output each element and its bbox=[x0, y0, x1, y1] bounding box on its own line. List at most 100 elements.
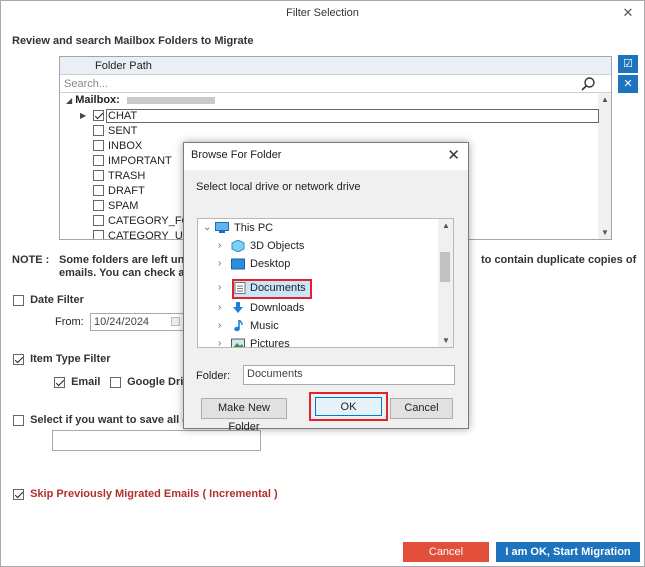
folder-checkbox[interactable] bbox=[93, 170, 104, 181]
folder-tree-header: Folder Path bbox=[60, 57, 611, 75]
google-drive-checkbox[interactable] bbox=[110, 376, 121, 388]
folder-search-box[interactable]: Search... bbox=[60, 75, 611, 93]
folder-tree-scrollbar[interactable]: ▲ ▼ bbox=[598, 93, 611, 239]
tree-item-label: 3D Objects bbox=[250, 240, 305, 252]
this-pc-icon bbox=[215, 222, 229, 233]
save-all-checkbox[interactable] bbox=[13, 414, 24, 426]
folder-browser-scrollbar[interactable]: ▲ ▼ bbox=[438, 219, 453, 347]
section-title: Review and search Mailbox Folders to Mig… bbox=[12, 35, 254, 47]
date-filter-label: Date Filter bbox=[30, 294, 84, 306]
skip-migrated-checkbox[interactable] bbox=[13, 488, 24, 500]
skip-migrated-label: Skip Previously Migrated Emails ( Increm… bbox=[30, 488, 278, 500]
folder-path-column: Folder Path bbox=[95, 60, 152, 72]
folder-checkbox[interactable] bbox=[93, 155, 104, 166]
folder-checkbox[interactable] bbox=[93, 200, 104, 211]
email-checkbox[interactable] bbox=[54, 376, 65, 388]
scroll-down-icon[interactable]: ▼ bbox=[601, 228, 609, 237]
scrollbar-thumb[interactable] bbox=[440, 252, 450, 282]
pictures-icon bbox=[231, 338, 245, 347]
folder-checkbox[interactable] bbox=[93, 230, 104, 239]
chevron-right-icon[interactable]: › bbox=[218, 258, 221, 269]
folder-checkbox[interactable] bbox=[93, 110, 104, 121]
check-all-button[interactable]: ☑ bbox=[618, 55, 638, 73]
date-filter-option[interactable]: Date Filter bbox=[13, 294, 84, 306]
downloads-icon bbox=[233, 302, 243, 313]
folder-name: IMPORTANT bbox=[108, 155, 172, 167]
note-text-line1-start: Some folders are left unche bbox=[59, 254, 204, 266]
folder-name: INBOX bbox=[108, 140, 143, 152]
desktop-icon bbox=[231, 258, 245, 270]
tree-item-music[interactable]: › Music bbox=[198, 317, 438, 335]
skip-migrated-option[interactable]: Skip Previously Migrated Emails ( Increm… bbox=[13, 488, 278, 500]
scroll-up-icon[interactable]: ▲ bbox=[601, 95, 609, 104]
folder-name: SENT bbox=[108, 125, 138, 137]
tree-item-desktop[interactable]: › Desktop bbox=[198, 255, 438, 273]
redacted-mailbox-address bbox=[126, 96, 215, 104]
item-type-filter-label: Item Type Filter bbox=[30, 353, 111, 365]
item-type-filter-checkbox[interactable] bbox=[13, 353, 24, 365]
start-migration-button[interactable]: I am OK, Start Migration bbox=[496, 542, 640, 562]
folder-field-label: Folder: bbox=[196, 370, 231, 382]
save-all-option[interactable]: Select if you want to save all data bbox=[13, 414, 205, 426]
folder-checkbox[interactable] bbox=[93, 215, 104, 226]
selected-row-outline bbox=[106, 109, 599, 123]
folder-name-input[interactable]: Documents bbox=[243, 365, 455, 385]
note-text-line1-end: to contain duplicate copies of bbox=[481, 254, 637, 266]
tree-item-this-pc[interactable]: ⌄ This PC bbox=[198, 219, 438, 237]
dialog-title: Browse For Folder bbox=[191, 149, 282, 161]
calendar-icon[interactable] bbox=[171, 317, 180, 326]
documents-icon bbox=[234, 282, 246, 294]
search-icon[interactable] bbox=[580, 76, 596, 92]
save-all-label: Select if you want to save all data bbox=[30, 414, 205, 426]
tree-item-pictures[interactable]: › Pictures bbox=[198, 335, 438, 348]
dialog-body: Select local drive or network drive ⌄ Th… bbox=[184, 170, 468, 433]
tree-item-documents[interactable]: › Documents bbox=[198, 281, 438, 299]
email-label: Email bbox=[71, 376, 101, 388]
chevron-right-icon[interactable]: › bbox=[218, 240, 221, 251]
from-label: From: bbox=[55, 316, 84, 328]
note-label: NOTE : bbox=[12, 254, 50, 266]
folder-name-value: Documents bbox=[247, 368, 303, 380]
tree-item-label: Pictures bbox=[250, 338, 290, 348]
tree-item-3d-objects[interactable]: › 3D Objects bbox=[198, 237, 438, 255]
folder-name: TRASH bbox=[108, 170, 146, 182]
mailbox-node[interactable]: ◢ Mailbox: bbox=[66, 94, 215, 108]
collapse-triangle-icon[interactable]: ◢ bbox=[66, 96, 72, 105]
expand-triangle-icon[interactable]: ▶ bbox=[80, 111, 86, 120]
uncheck-all-button[interactable]: ✕ bbox=[618, 75, 638, 93]
folder-checkbox[interactable] bbox=[93, 125, 104, 136]
tree-item-label: Downloads bbox=[250, 302, 305, 314]
email-option[interactable]: Email bbox=[54, 376, 100, 388]
scroll-down-icon[interactable]: ▼ bbox=[442, 336, 450, 345]
folder-browser-tree[interactable]: ⌄ This PC › 3D Objects › Desktop › Docum… bbox=[197, 218, 454, 348]
window-close-icon[interactable]: ✕ bbox=[619, 1, 637, 25]
cancel-button[interactable]: Cancel bbox=[403, 542, 489, 562]
dialog-subtitle: Select local drive or network drive bbox=[196, 181, 361, 193]
folder-checkbox[interactable] bbox=[93, 140, 104, 151]
folder-checkbox[interactable] bbox=[93, 185, 104, 196]
dialog-cancel-button[interactable]: Cancel bbox=[390, 398, 453, 419]
tree-item-label: Music bbox=[250, 320, 279, 332]
chevron-right-icon[interactable]: › bbox=[218, 282, 221, 293]
tree-item-label: Documents bbox=[250, 282, 306, 294]
chevron-down-icon[interactable]: ⌄ bbox=[203, 222, 211, 233]
item-type-filter-option[interactable]: Item Type Filter bbox=[13, 353, 111, 365]
scroll-up-icon[interactable]: ▲ bbox=[442, 221, 450, 230]
chevron-right-icon[interactable]: › bbox=[218, 302, 221, 313]
3d-objects-icon bbox=[231, 240, 245, 252]
tree-item-downloads[interactable]: › Downloads bbox=[198, 299, 438, 317]
tree-item-label: Desktop bbox=[250, 258, 291, 270]
ok-button[interactable]: OK bbox=[315, 397, 382, 416]
dialog-close-icon[interactable]: ✕ bbox=[447, 146, 460, 164]
folder-name: SPAM bbox=[108, 200, 139, 212]
folder-name: DRAFT bbox=[108, 185, 145, 197]
from-date-input[interactable]: 10/24/2024 bbox=[90, 313, 184, 331]
chevron-right-icon[interactable]: › bbox=[218, 320, 221, 331]
browse-folder-dialog: Browse For Folder ✕ Select local drive o… bbox=[183, 142, 469, 433]
chevron-right-icon[interactable]: › bbox=[218, 338, 221, 347]
folder-search-placeholder: Search... bbox=[64, 78, 109, 90]
make-new-folder-button[interactable]: Make New Folder bbox=[201, 398, 287, 433]
mailbox-label: Mailbox: bbox=[75, 94, 120, 106]
window-title: Filter Selection bbox=[286, 7, 359, 19]
date-filter-checkbox[interactable] bbox=[13, 294, 24, 306]
